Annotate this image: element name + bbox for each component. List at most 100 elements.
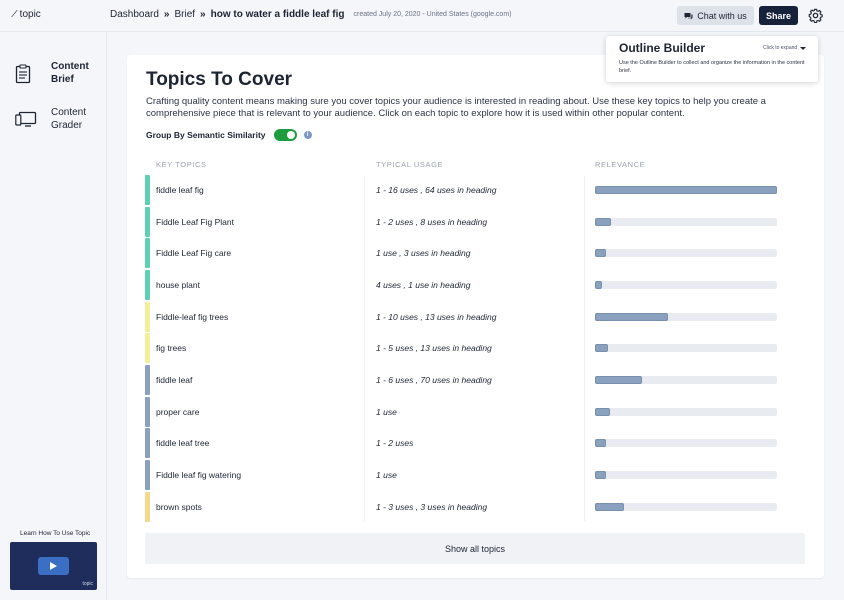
relevance-fill <box>595 217 612 226</box>
group-by-toggle[interactable] <box>273 129 297 141</box>
column-header-typical-usage: TYPICAL USAGE <box>376 160 444 169</box>
breadcrumb-separator: » <box>163 9 170 20</box>
outline-builder-panel[interactable]: Outline Builder Click to expand Use the … <box>606 36 818 82</box>
relevance-bar <box>595 249 777 258</box>
relevance-fill <box>595 344 608 353</box>
topic-name[interactable]: Fiddle-leaf fig trees <box>156 312 228 322</box>
tutorial-video[interactable]: topic <box>10 542 97 590</box>
relevance-bar <box>595 186 777 194</box>
sidebar-label-line: Content <box>51 61 89 72</box>
intro-text: Crafting quality content means making su… <box>146 96 766 119</box>
outline-description: Use the Outline Builder to collect and o… <box>619 60 805 74</box>
relevance-fill <box>595 375 643 384</box>
topic-usage: 4 uses , 1 use in heading <box>376 279 471 290</box>
sidebar-item-content-grader[interactable]: Content Grader <box>0 106 107 136</box>
table-row[interactable]: fig trees 1 - 5 uses , 13 uses in heading <box>145 333 805 364</box>
pen-icon: ⁄ <box>14 9 16 20</box>
caret-down-icon <box>800 46 807 50</box>
relevance-bar <box>595 439 777 448</box>
relevance-bar <box>595 217 777 226</box>
sidebar-label-line: Brief <box>51 74 74 85</box>
table-row[interactable]: fiddle leaf tree 1 - 2 uses <box>145 428 805 459</box>
topic-name[interactable]: fiddle leaf <box>156 375 192 385</box>
relevance-bar <box>595 375 777 384</box>
group-accent <box>145 238 150 269</box>
table-row[interactable]: Fiddle-leaf fig trees 1 - 10 uses , 13 us… <box>145 301 805 332</box>
show-all-topics-button[interactable]: Show all topics <box>145 533 805 564</box>
relevance-fill <box>595 249 606 258</box>
topic-usage: 1 - 10 uses , 13 uses in heading <box>376 311 497 322</box>
expand-toggle[interactable]: Click to expand <box>763 45 807 51</box>
sidebar-item-label: Content Brief <box>51 60 89 86</box>
group-accent <box>145 459 150 490</box>
breadcrumb-separator: » <box>200 9 206 20</box>
group-accent <box>145 269 150 300</box>
group-by-row: Group By Semantic Similarity i <box>146 129 312 141</box>
sidebar-item-content-brief[interactable]: Content Brief <box>0 60 107 90</box>
breadcrumb: Dashboard » Brief » how to water a fiddl… <box>110 9 512 20</box>
topic-name[interactable]: Fiddle Leaf Fig Plant <box>156 217 234 227</box>
logo-text: topic <box>19 9 41 20</box>
group-accent <box>145 333 150 364</box>
logo[interactable]: ⁄ topic <box>14 9 41 20</box>
topic-usage: 1 - 16 uses , 64 uses in heading <box>376 185 497 195</box>
topic-name[interactable]: house plant <box>156 280 200 290</box>
relevance-fill <box>595 439 606 448</box>
relevance-bar <box>595 280 777 289</box>
topic-usage: 1 - 3 uses , 3 uses in heading <box>376 501 488 512</box>
sidebar: Content Brief Content Grader Learn How T… <box>0 32 107 600</box>
relevance-bar <box>595 344 777 353</box>
breadcrumb-current: how to water a fiddle leaf fig <box>210 9 345 20</box>
page-title: Topics To Cover <box>146 69 293 90</box>
breadcrumb-dashboard[interactable]: Dashboard <box>110 9 159 20</box>
topic-usage: 1 - 6 uses , 70 uses in heading <box>376 374 492 385</box>
sidebar-label-line: Grader <box>51 120 83 131</box>
relevance-bar <box>595 502 777 511</box>
table-row[interactable]: Fiddle leaf fig watering 1 use <box>145 459 805 490</box>
play-icon[interactable] <box>38 557 69 575</box>
topic-name[interactable]: fiddle leaf tree <box>156 438 209 448</box>
topic-usage: 1 use <box>376 406 397 417</box>
group-accent <box>145 206 150 237</box>
group-accent <box>145 364 150 395</box>
group-accent <box>145 175 150 205</box>
share-button[interactable]: Share <box>759 6 798 25</box>
relevance-fill <box>595 280 603 289</box>
column-header-key-topics: KEY TOPICS <box>156 160 207 169</box>
learn-label: Learn How To Use Topic <box>20 530 91 537</box>
info-icon[interactable]: i <box>303 131 312 139</box>
expand-label: Click to expand <box>763 45 798 51</box>
topic-name[interactable]: Fiddle Leaf Fig care <box>156 248 231 258</box>
table-row[interactable]: Fiddle Leaf Fig Plant 1 - 2 uses , 8 uses… <box>145 206 805 237</box>
topic-usage: 1 - 5 uses , 13 uses in heading <box>376 343 492 354</box>
topic-name[interactable]: Fiddle leaf fig watering <box>156 470 241 480</box>
table-row[interactable]: proper care 1 use <box>145 396 805 427</box>
topic-usage: 1 use <box>376 469 397 480</box>
topic-usage: 1 - 2 uses <box>376 438 414 449</box>
relevance-fill <box>595 312 668 321</box>
group-accent <box>145 301 150 332</box>
relevance-bar <box>595 407 777 416</box>
topic-name[interactable]: fig trees <box>156 343 186 353</box>
brief-meta: created July 20, 2020 - United States (g… <box>353 11 512 18</box>
sidebar-label-line: Content <box>51 107 87 118</box>
table-row[interactable]: fiddle leaf 1 - 6 uses , 70 uses in headi… <box>145 364 805 395</box>
topic-name[interactable]: fiddle leaf fig <box>156 185 204 195</box>
chat-button[interactable]: Chat with us <box>677 6 754 25</box>
breadcrumb-brief[interactable]: Brief <box>174 9 195 20</box>
table-row[interactable]: house plant 4 uses , 1 use in heading <box>145 269 805 300</box>
topic-name[interactable]: brown spots <box>156 502 202 512</box>
top-bar: ⁄ topic Dashboard » Brief » how to water… <box>0 0 844 32</box>
gear-icon[interactable] <box>808 8 823 23</box>
table-row[interactable]: fiddle leaf fig 1 - 16 uses , 64 uses in … <box>145 175 805 205</box>
table-row[interactable]: Fiddle Leaf Fig care 1 use , 3 uses in he… <box>145 238 805 269</box>
table-row[interactable]: brown spots 1 - 3 uses , 3 uses in headin… <box>145 491 805 522</box>
relevance-bar <box>595 470 777 479</box>
relevance-fill <box>595 470 606 479</box>
topic-name[interactable]: proper care <box>156 407 199 417</box>
relevance-fill <box>595 186 777 194</box>
clipboard-icon <box>15 64 31 84</box>
relevance-fill <box>595 407 610 416</box>
outline-title: Outline Builder <box>619 41 706 55</box>
chat-label: Chat with us <box>697 10 747 21</box>
